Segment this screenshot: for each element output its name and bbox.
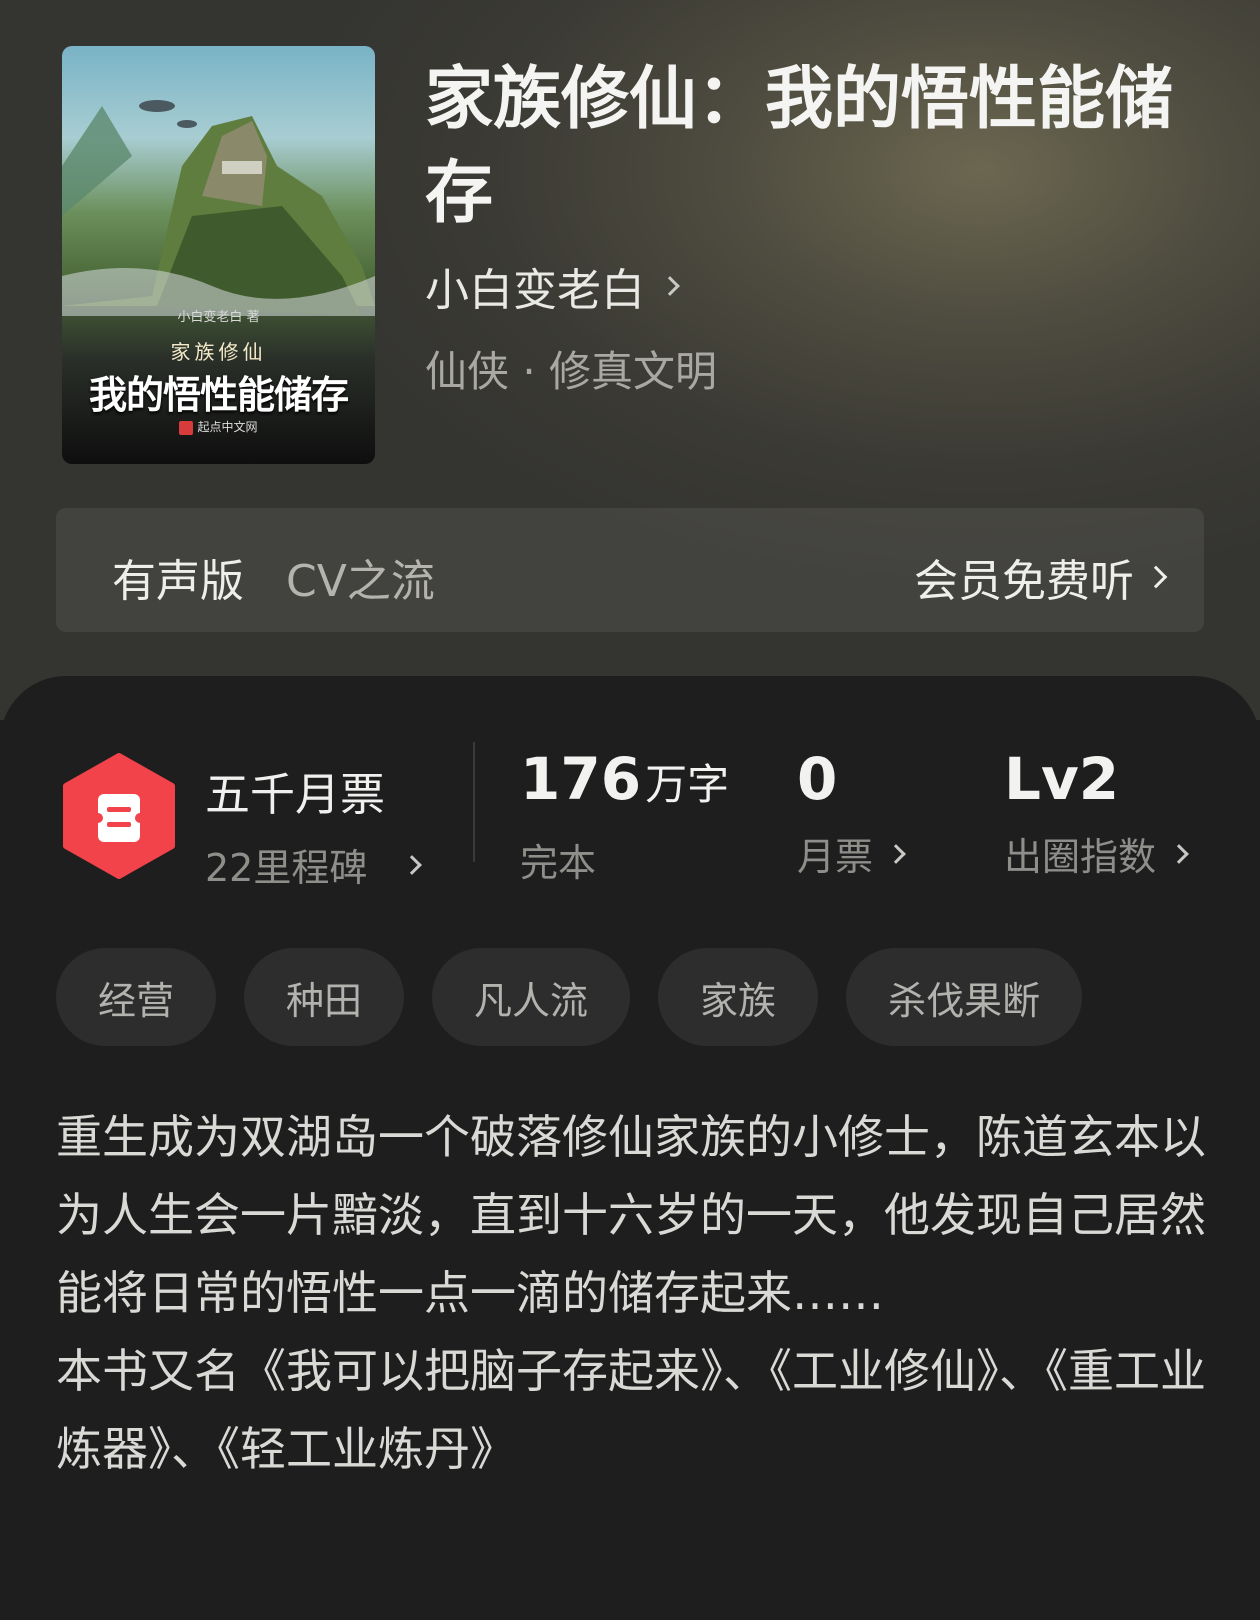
word-count-stat: 176万字 完本 <box>520 744 729 887</box>
tag-chip[interactable]: 家族 <box>658 948 819 1046</box>
audio-label: 有声版 <box>112 556 244 607</box>
cover-title: 我的悟性能储存 <box>88 373 349 417</box>
author-link[interactable]: 小白变老白 <box>425 254 680 318</box>
audio-narrator: CV之流 <box>286 556 435 607</box>
popularity-index-label: 出圈指数 <box>1004 835 1157 879</box>
monthly-ticket-stat[interactable]: 0 月票 <box>797 744 906 881</box>
author-name: 小白变老白 <box>425 265 645 316</box>
ticket-icon <box>63 753 175 879</box>
milestone-subtitle: 22里程碑 <box>205 846 368 890</box>
chevron-right-icon <box>1169 843 1189 864</box>
book-title: 家族修仙：我的悟性能储存 <box>425 59 1174 233</box>
chevron-right-icon <box>886 843 906 864</box>
tag-list: 经营 种田 凡人流 家族 杀伐果断 <box>56 948 1083 1046</box>
milestone-stat[interactable]: 五千月票 22里程碑 <box>205 758 423 892</box>
popularity-index-value: Lv2 <box>1004 745 1120 813</box>
milestone-subtitle-row: 22里程碑 <box>205 837 423 892</box>
tag-chip[interactable]: 杀伐果断 <box>846 948 1083 1046</box>
member-listen-button[interactable]: 会员免费听 <box>914 545 1168 609</box>
completion-status: 完本 <box>520 841 597 885</box>
audio-version-bar[interactable]: 有声版 CV之流 会员免费听 <box>56 508 1204 632</box>
monthly-ticket-value: 0 <box>797 745 838 813</box>
chevron-right-icon <box>402 854 423 875</box>
book-cover[interactable]: 小白变老白 著 家族修仙 我的悟性能储存 起点中文网 <box>62 46 375 464</box>
cover-series: 家族修仙 <box>170 340 267 364</box>
tag-chip[interactable]: 经营 <box>56 948 217 1046</box>
popularity-index-stat[interactable]: Lv2 出圈指数 <box>1004 744 1189 881</box>
cover-author: 小白变老白 著 <box>177 310 260 325</box>
word-count-value: 176 <box>520 745 642 813</box>
tag-chip[interactable]: 种田 <box>244 948 405 1046</box>
chevron-right-icon <box>660 276 680 296</box>
word-count-unit: 万字 <box>645 760 730 809</box>
cover-publisher: 起点中文网 <box>62 418 375 435</box>
milestone-title: 五千月票 <box>205 768 386 821</box>
genre-label: 仙侠 · 修真文明 <box>425 347 718 396</box>
publisher-logo-icon <box>179 420 194 435</box>
tag-chip[interactable]: 凡人流 <box>432 948 631 1046</box>
monthly-ticket-label: 月票 <box>797 835 874 879</box>
book-description[interactable]: 重生成为双湖岛一个破落修仙家族的小修士，陈道玄本以为人生会一片黯淡，直到十六岁的… <box>56 1098 1216 1488</box>
chevron-right-icon <box>1144 565 1168 589</box>
stats-divider <box>473 742 475 862</box>
member-listen-label: 会员免费听 <box>914 556 1134 607</box>
